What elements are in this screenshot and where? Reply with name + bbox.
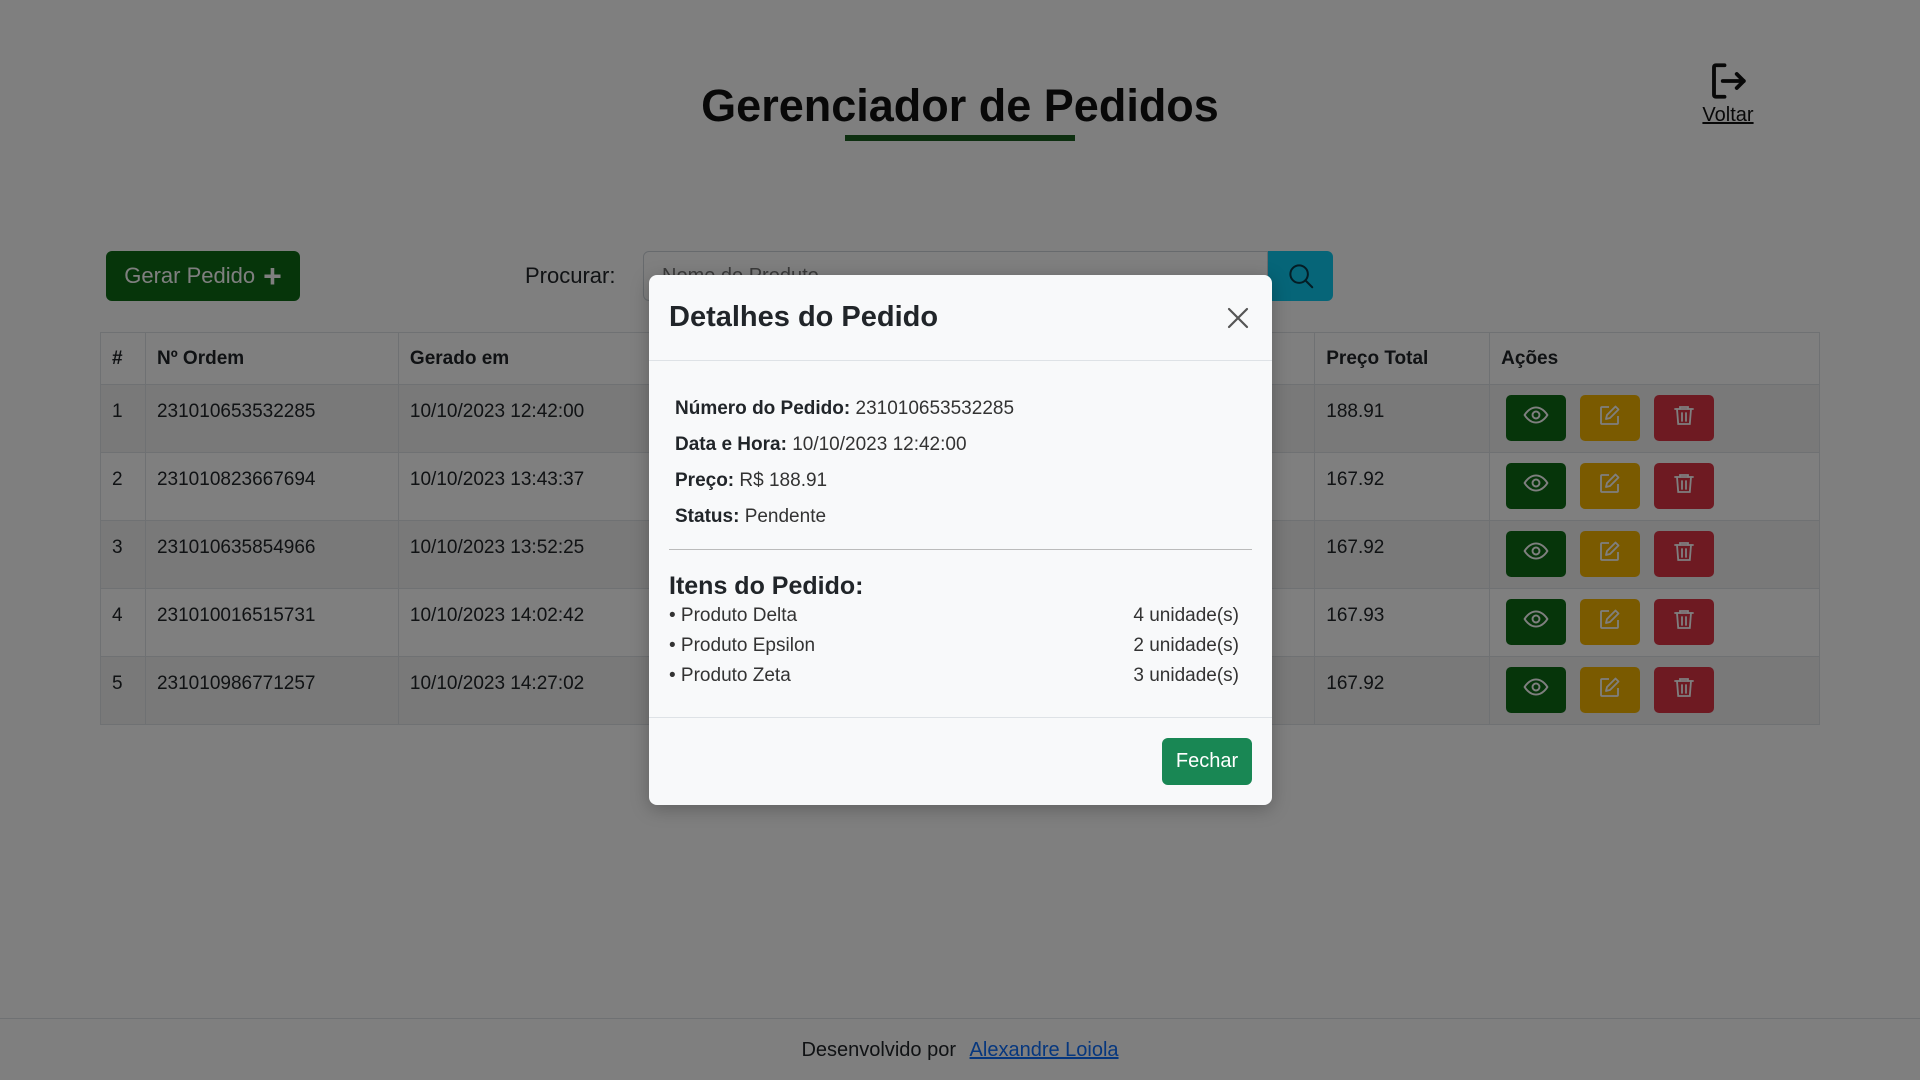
modal-header: Detalhes do Pedido	[649, 275, 1272, 361]
detail-value: 10/10/2023 12:42:00	[792, 434, 967, 455]
order-item: • Produto Delta 4 unidade(s)	[669, 601, 1239, 631]
item-name: • Produto Zeta	[669, 665, 791, 686]
item-quantity: 4 unidade(s)	[1133, 605, 1239, 626]
modal-close-button[interactable]	[1222, 302, 1254, 334]
modal-title: Detalhes do Pedido	[669, 301, 939, 333]
items-title: Itens do Pedido:	[669, 572, 864, 600]
item-name: • Produto Delta	[669, 605, 798, 626]
detail-status: Status: Pendente	[675, 499, 1246, 535]
detail-value: 231010653532285	[855, 398, 1015, 419]
item-name: • Produto Epsilon	[669, 635, 816, 656]
item-quantity: 2 unidade(s)	[1133, 635, 1239, 656]
page: Gerenciador de Pedidos Voltar Gerar Pedi…	[0, 0, 1920, 1080]
detail-datetime: Data e Hora: 10/10/2023 12:42:00	[675, 427, 1246, 463]
close-button[interactable]: Fechar	[1162, 738, 1252, 785]
order-details-modal: Detalhes do Pedido Número do Pedido: 231…	[649, 275, 1272, 805]
modal-divider	[669, 549, 1252, 550]
item-quantity: 3 unidade(s)	[1133, 665, 1239, 686]
detail-value: Pendente	[744, 506, 827, 527]
detail-price: Preço: R$ 188.91	[675, 463, 1246, 499]
order-item: • Produto Epsilon 2 unidade(s)	[669, 631, 1239, 661]
detail-label: Status:	[675, 506, 740, 527]
close-icon	[1227, 307, 1249, 329]
detail-value: R$ 188.91	[739, 470, 828, 491]
order-item: • Produto Zeta 3 unidade(s)	[669, 661, 1239, 691]
detail-order-number: Número do Pedido: 231010653532285	[675, 391, 1246, 427]
detail-label: Preço:	[675, 470, 735, 491]
modal-footer: Fechar	[649, 717, 1272, 805]
detail-label: Número do Pedido:	[675, 398, 851, 419]
modal-body: Número do Pedido: 231010653532285 Data e…	[649, 361, 1272, 691]
detail-label: Data e Hora:	[675, 434, 787, 455]
